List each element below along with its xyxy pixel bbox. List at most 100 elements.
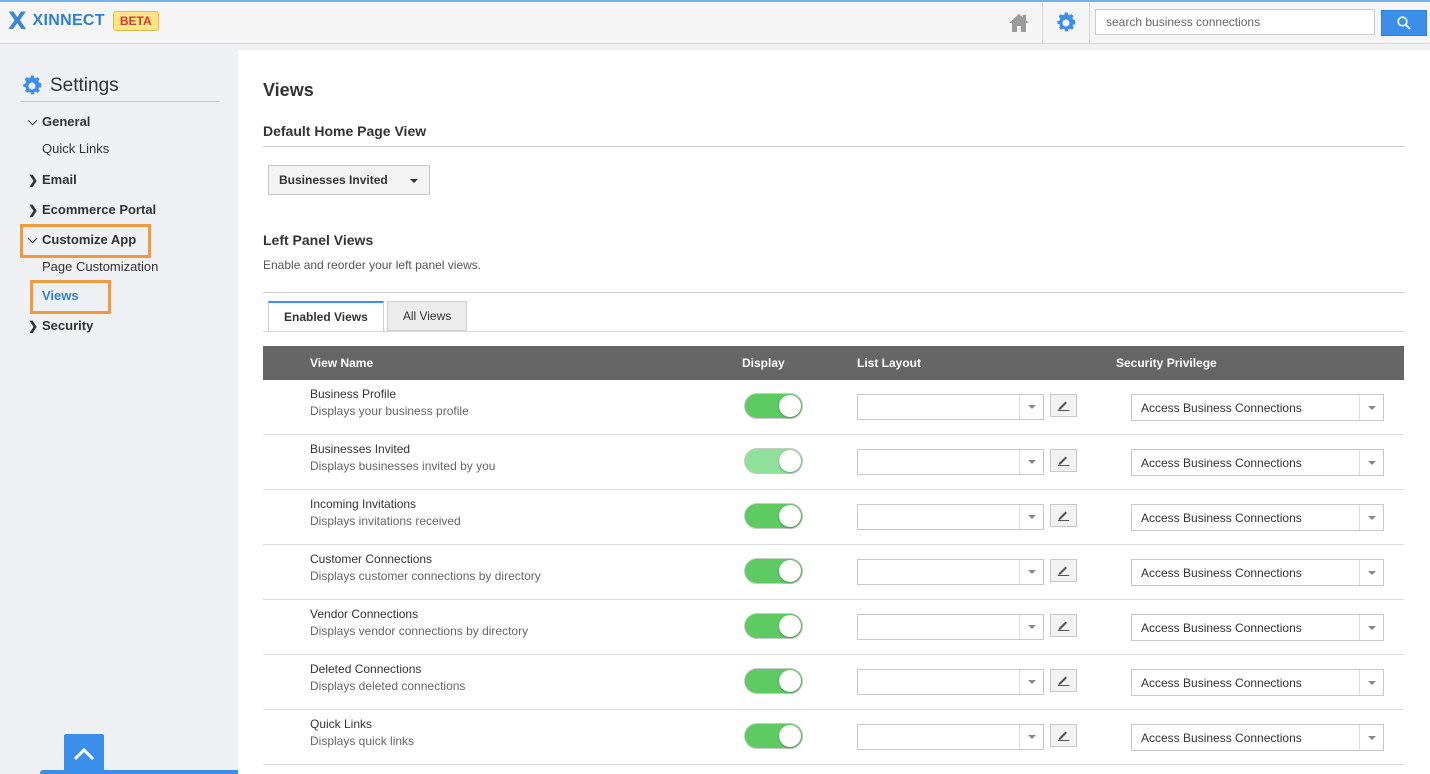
logo-mark: X (8, 7, 27, 35)
pencil-icon (1058, 401, 1069, 411)
security-privilege-value: Access Business Connections (1141, 510, 1302, 525)
chevron-up-icon (73, 747, 95, 761)
display-toggle[interactable] (744, 613, 803, 639)
edit-layout-button[interactable] (1050, 394, 1077, 417)
home-button[interactable] (996, 2, 1042, 44)
list-layout-select[interactable] (857, 559, 1044, 585)
view-name: Vendor Connections (310, 607, 419, 621)
security-privilege-select[interactable]: Access Business Connections (1131, 614, 1384, 641)
pencil-icon (1058, 511, 1069, 521)
beta-badge: BETA (112, 11, 159, 31)
page-title: Views (263, 80, 314, 100)
list-layout-select[interactable] (857, 669, 1044, 695)
app-logo[interactable]: X XINNECT BETA (8, 9, 159, 33)
caret-down-icon (410, 179, 418, 183)
caret-down-icon (1359, 395, 1383, 420)
list-layout-select[interactable] (857, 394, 1044, 420)
view-name: Businesses Invited (310, 442, 411, 456)
security-privilege-select[interactable]: Access Business Connections (1131, 669, 1384, 696)
view-name: Incoming Invitations (310, 497, 417, 511)
view-name: Customer Connections (310, 552, 433, 566)
edit-layout-button[interactable] (1050, 614, 1077, 637)
list-layout-select[interactable] (857, 724, 1044, 750)
toggle-knob (779, 670, 801, 692)
caret-down-icon (1359, 615, 1383, 640)
tab-enabled-views[interactable]: Enabled Views (268, 301, 384, 332)
top-bar: X XINNECT BETA (0, 0, 1430, 44)
chevron-right-icon: ❯ (28, 318, 39, 333)
caret-down-icon (1359, 725, 1383, 750)
main-content: Views Default Home Page View Businesses … (238, 44, 1430, 774)
default-view-value: Businesses Invited (279, 173, 388, 187)
search-button[interactable] (1381, 10, 1427, 36)
scroll-to-top-button[interactable] (64, 734, 104, 774)
sidebar-item-security[interactable]: ❯ Security (28, 318, 93, 333)
sidebar-item-quick-links[interactable]: Quick Links (42, 141, 109, 156)
sidebar-item-page-customization[interactable]: Page Customization (42, 259, 158, 274)
edit-layout-button[interactable] (1050, 559, 1077, 582)
caret-down-icon (1019, 560, 1043, 584)
display-toggle[interactable] (744, 503, 803, 529)
home-icon (1009, 14, 1029, 32)
pencil-icon (1058, 621, 1069, 631)
view-description: Displays businesses invited by you (310, 459, 496, 473)
column-header-display: Display (742, 356, 785, 370)
security-privilege-select[interactable]: Access Business Connections (1131, 559, 1384, 586)
toggle-knob (779, 450, 801, 472)
display-toggle[interactable] (744, 393, 803, 419)
sidebar-item-general[interactable]: ⌵ General (28, 114, 90, 129)
security-privilege-select[interactable]: Access Business Connections (1131, 394, 1384, 421)
view-description: Displays your business profile (310, 404, 469, 418)
security-privilege-value: Access Business Connections (1141, 620, 1302, 635)
edit-layout-button[interactable] (1050, 669, 1077, 692)
default-view-dropdown[interactable]: Businesses Invited (268, 165, 430, 195)
sidebar-item-ecommerce-portal[interactable]: ❯ Ecommerce Portal (28, 202, 156, 217)
caret-down-icon (1359, 560, 1383, 585)
table-row: Customer Connections Displays customer co… (263, 545, 1404, 600)
toggle-knob (779, 560, 801, 582)
display-toggle[interactable] (744, 723, 803, 749)
display-toggle[interactable] (744, 668, 803, 694)
security-privilege-select[interactable]: Access Business Connections (1131, 449, 1384, 476)
sidebar-item-label: General (42, 114, 91, 129)
view-name: Deleted Connections (310, 662, 422, 676)
toggle-knob (779, 725, 801, 747)
search-icon (1397, 16, 1411, 30)
left-panel-title: Left Panel Views (263, 232, 374, 248)
security-privilege-value: Access Business Connections (1141, 565, 1302, 580)
security-privilege-select[interactable]: Access Business Connections (1131, 504, 1384, 531)
list-layout-select[interactable] (857, 614, 1044, 640)
list-layout-select[interactable] (857, 504, 1044, 530)
list-layout-select[interactable] (857, 449, 1044, 475)
view-description: Displays vendor connections by directory (310, 624, 529, 638)
settings-heading: Settings (20, 70, 220, 102)
sidebar-item-label: Email (42, 172, 77, 187)
left-panel-description: Enable and reorder your left panel views… (263, 258, 482, 272)
caret-down-icon (1359, 505, 1383, 530)
settings-button[interactable] (1042, 2, 1090, 44)
section-divider (263, 292, 1405, 293)
views-highlight (30, 280, 111, 314)
sidebar-item-email[interactable]: ❯ Email (28, 172, 77, 187)
view-description: Displays customer connections by directo… (310, 569, 541, 583)
sidebar-item-label: Ecommerce Portal (42, 202, 157, 217)
caret-down-icon (1019, 395, 1043, 419)
chevron-right-icon: ❯ (28, 202, 39, 217)
tab-all-views[interactable]: All Views (386, 301, 468, 331)
sidebar-item-label: Security (42, 318, 94, 333)
edit-layout-button[interactable] (1050, 449, 1077, 472)
caret-down-icon (1019, 450, 1043, 474)
view-tabs: Enabled Views All Views (268, 301, 470, 332)
display-toggle[interactable] (744, 448, 803, 474)
caret-down-icon (1019, 725, 1043, 749)
edit-layout-button[interactable] (1050, 504, 1077, 527)
search-input[interactable] (1095, 9, 1375, 35)
edit-layout-button[interactable] (1050, 724, 1077, 747)
view-name: Business Profile (310, 387, 397, 401)
security-privilege-select[interactable]: Access Business Connections (1131, 724, 1384, 751)
view-name: Quick Links (310, 717, 373, 731)
view-description: Displays invitations received (310, 514, 461, 528)
toggle-knob (779, 505, 801, 527)
display-toggle[interactable] (744, 558, 803, 584)
table-row: Vendor Connections Displays vendor connec… (263, 600, 1404, 655)
